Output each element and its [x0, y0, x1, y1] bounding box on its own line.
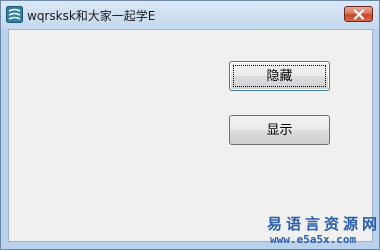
watermark-site-name: 易语言资源网 [267, 215, 380, 233]
title-bar[interactable]: wqrsksk和大家一起学E [1, 1, 379, 29]
watermark-site-url: www.e5a5x.com [270, 233, 357, 246]
close-button[interactable] [344, 6, 373, 22]
app-window-icon[interactable] [6, 6, 23, 23]
hide-button[interactable]: 隐藏 [229, 61, 330, 91]
show-button[interactable]: 显示 [229, 115, 330, 145]
window-title: wqrsksk和大家一起学E [27, 9, 156, 23]
show-button-label: 显示 [266, 122, 293, 137]
focus-ring [233, 65, 326, 87]
client-area: 隐藏 显示 [8, 29, 373, 242]
close-icon [353, 9, 365, 20]
